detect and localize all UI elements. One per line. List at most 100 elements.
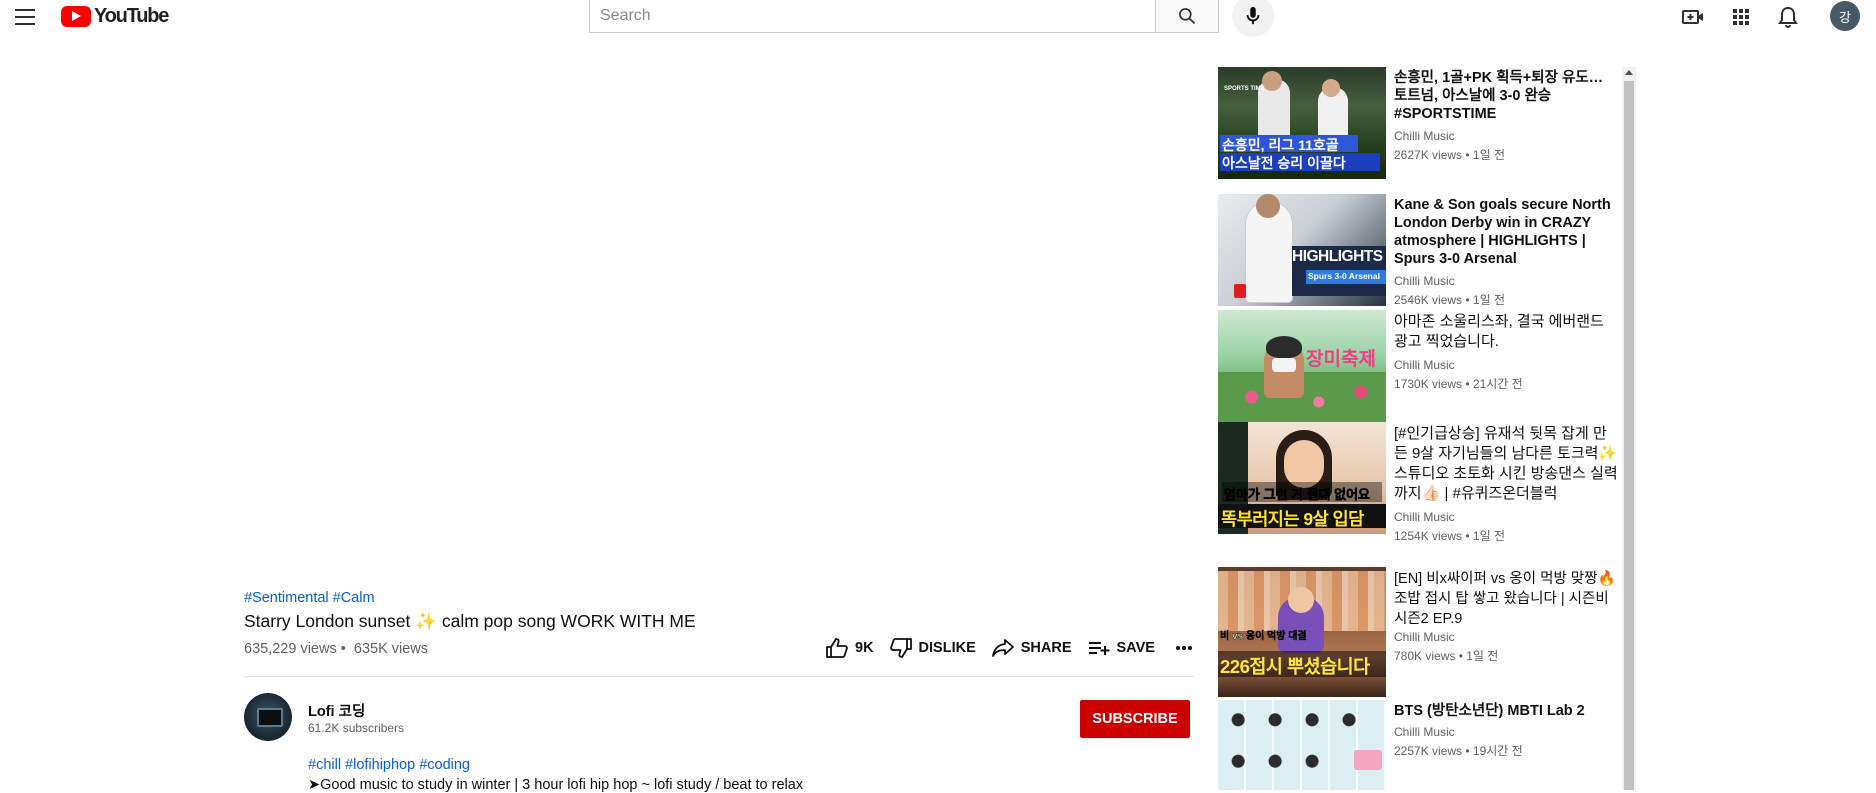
playlist-add-icon	[1088, 642, 1110, 655]
hashtag-link[interactable]: #lofihiphop	[345, 757, 415, 773]
recommended-video-info: Kane & Son goals secure North London Der…	[1394, 196, 1620, 308]
video-hashtags: #Sentimental #Calm	[244, 590, 379, 606]
microphone-icon	[1246, 6, 1260, 25]
recommended-video-channel[interactable]: Chilli Music	[1394, 630, 1620, 644]
description-hashtags: #chill #lofihiphop #coding	[308, 757, 474, 773]
recommended-video-channel[interactable]: Chilli Music	[1394, 510, 1620, 524]
recommended-video-age: 1일 전	[1466, 649, 1499, 663]
video-title: Starry London sunset ✨ calm pop song WOR…	[244, 611, 696, 631]
channel-avatar[interactable]	[244, 693, 292, 741]
hashtag-link[interactable]: #chill	[308, 757, 341, 773]
share-button[interactable]: SHARE	[991, 639, 1072, 657]
recommended-video[interactable]: BTS (방탄소년단) MBTI Lab 2 Chilli Music 2257…	[1218, 700, 1634, 790]
thumbnail-text: 비 vs 옹이 먹방 대결	[1220, 631, 1307, 642]
recommended-video-views: 1254K views	[1394, 529, 1463, 543]
more-horizontal-icon	[1175, 646, 1192, 650]
recommended-video-views: 2627K views	[1394, 148, 1463, 162]
recommended-video-info: BTS (방탄소년단) MBTI Lab 2 Chilli Music 2257…	[1394, 702, 1620, 759]
description-text: ➤Good music to study in winter | 3 hour …	[308, 777, 804, 793]
channel-name[interactable]: Lofi 코딩	[308, 700, 365, 721]
recommended-video-info: 아마존 소울리스좌, 결국 에버랜드 광고 찍었습니다. Chilli Musi…	[1394, 312, 1620, 392]
sidebar-scrollbar[interactable]	[1622, 67, 1636, 790]
thumbnail-text: 226접시 뿌셨습니다	[1220, 656, 1370, 677]
thumbnail-text: SPORTS TIME	[1224, 86, 1265, 92]
recommended-video-age: 21시간 전	[1472, 377, 1523, 391]
recommended-video-channel[interactable]: Chilli Music	[1394, 358, 1620, 372]
recommended-video-channel[interactable]: Chilli Music	[1394, 725, 1620, 739]
recommended-video-title[interactable]: Kane & Son goals secure North London Der…	[1394, 196, 1620, 268]
video-thumbnail[interactable]: HIGHLIGHTS Spurs 3-0 Arsenal	[1218, 194, 1386, 306]
recommended-video-views: 2257K views	[1394, 744, 1463, 758]
recommended-video-title[interactable]: 아마존 소울리스좌, 결국 에버랜드 광고 찍었습니다.	[1394, 312, 1620, 352]
scroll-up-arrow-icon[interactable]	[1625, 70, 1633, 75]
recommended-video-views: 2546K views	[1394, 293, 1463, 307]
recommended-video[interactable]: SPORTS TIME 손흥민, 리그 11호골 아스날전 승리 이끌다 손흥민…	[1218, 67, 1634, 179]
recommended-video-meta: 2627K views • 1일 전	[1394, 148, 1506, 162]
save-label: SAVE	[1116, 640, 1155, 656]
more-actions-button[interactable]	[1175, 645, 1193, 651]
thumbnail-text: Spurs 3-0 Arsenal	[1308, 271, 1380, 281]
recommended-video[interactable]: 장미축제 아마존 소울리스좌, 결국 에버랜드 광고 찍었습니다. Chilli…	[1218, 310, 1634, 422]
hashtag-link[interactable]: #Calm	[333, 590, 375, 606]
thumbnail-text: 장미축제	[1306, 349, 1376, 370]
video-thumbnail[interactable]: SPORTS TIME 손흥민, 리그 11호골 아스날전 승리 이끌다	[1218, 67, 1386, 179]
thumbnail-text: 아스날전 승리 이끌다	[1222, 155, 1346, 171]
recommended-video-title[interactable]: BTS (방탄소년단) MBTI Lab 2	[1394, 702, 1620, 720]
recommended-video-title[interactable]: 손흥민, 1골+PK 획득+퇴장 유도… 토트넘, 아스날에 3-0 완승 #S…	[1394, 69, 1620, 123]
voice-search-button[interactable]	[1232, 0, 1274, 37]
divider	[244, 676, 1194, 677]
recommended-video-meta: 780K views • 1일 전	[1394, 649, 1499, 663]
create-video-icon[interactable]	[1680, 4, 1706, 30]
like-button[interactable]: 9K	[826, 638, 874, 658]
hashtag-link[interactable]: #Sentimental	[244, 590, 329, 606]
recommended-video-meta: 1254K views • 1일 전	[1394, 529, 1506, 543]
video-thumbnail[interactable]: 엄마가 그런 거 절대 없어요 똑부러지는 9살 입담	[1218, 422, 1386, 534]
video-thumbnail[interactable]: 장미축제	[1218, 310, 1386, 422]
recommended-video-age: 19시간 전	[1472, 744, 1523, 758]
thumbnail-text: 손흥민, 리그 11호골	[1222, 137, 1339, 153]
thumbs-up-icon	[826, 638, 848, 658]
apps-grid-icon[interactable]	[1728, 4, 1754, 30]
subscribe-button[interactable]: SUBSCRIBE	[1080, 700, 1190, 738]
thumbnail-text: 엄마가 그런 거 절대 없어요	[1224, 487, 1371, 503]
view-count: 635,229 views • 635K views	[244, 641, 429, 657]
recommended-video-age: 1일 전	[1472, 148, 1506, 162]
views-short: 635K views	[353, 641, 429, 657]
recommended-video-title[interactable]: [#인기급상승] 유재석 뒷목 잡게 만든 9살 자기님들의 남다른 토크력✨ …	[1394, 424, 1620, 504]
scrollbar-thumb[interactable]	[1624, 81, 1634, 790]
recommended-video-meta: 2546K views • 1일 전	[1394, 293, 1506, 307]
search-bar	[589, 0, 1219, 33]
video-thumbnail[interactable]	[1218, 700, 1386, 790]
youtube-logo[interactable]: YouTube	[61, 3, 169, 29]
thumbs-down-icon	[889, 638, 912, 658]
thumbnail-text: 똑부러지는 9살 입담	[1221, 509, 1364, 529]
recommended-video[interactable]: HIGHLIGHTS Spurs 3-0 Arsenal Kane & Son …	[1218, 194, 1634, 308]
recommended-video-meta: 2257K views • 19시간 전	[1394, 744, 1523, 758]
share-label: SHARE	[1020, 640, 1072, 656]
like-count: 9K	[855, 640, 874, 656]
recommended-video-info: 손흥민, 1골+PK 획득+퇴장 유도… 토트넘, 아스날에 3-0 완승 #S…	[1394, 69, 1620, 163]
dislike-button[interactable]: DISLIKE	[889, 638, 976, 658]
search-button[interactable]	[1155, 0, 1219, 33]
notifications-bell-icon[interactable]	[1775, 4, 1801, 30]
recommended-video[interactable]: 비 vs 옹이 먹방 대결 226접시 뿌셨습니다 [EN] 비x싸이퍼 vs …	[1218, 567, 1634, 697]
account-avatar[interactable]: 강	[1830, 1, 1860, 31]
dislike-label: DISLIKE	[918, 640, 976, 656]
share-icon	[991, 639, 1014, 657]
video-thumbnail[interactable]: 비 vs 옹이 먹방 대결 226접시 뿌셨습니다	[1218, 567, 1386, 697]
hashtag-link[interactable]: #coding	[419, 757, 470, 773]
views-full: 635,229 views	[244, 641, 337, 657]
search-input[interactable]	[589, 0, 1155, 33]
save-button[interactable]: SAVE	[1088, 640, 1155, 656]
recommended-video-channel[interactable]: Chilli Music	[1394, 129, 1620, 143]
recommended-video[interactable]: 엄마가 그런 거 절대 없어요 똑부러지는 9살 입담 [#인기급상승] 유재석…	[1218, 422, 1634, 568]
recommended-video-info: [#인기급상승] 유재석 뒷목 잡게 만든 9살 자기님들의 남다른 토크력✨ …	[1394, 424, 1620, 544]
menu-icon[interactable]	[13, 5, 37, 29]
recommended-video-info: [EN] 비x싸이퍼 vs 옹이 먹방 맞짱🔥 조밥 접시 탑 쌓고 왔습니다 …	[1394, 569, 1620, 664]
logo-text: YouTube	[94, 4, 169, 27]
youtube-play-icon	[61, 5, 91, 27]
thumbnail-text: HIGHLIGHTS	[1292, 248, 1383, 265]
recommended-video-title[interactable]: [EN] 비x싸이퍼 vs 옹이 먹방 맞짱🔥 조밥 접시 탑 쌓고 왔습니다 …	[1394, 569, 1620, 629]
recommended-video-channel[interactable]: Chilli Music	[1394, 274, 1620, 288]
search-icon	[1179, 8, 1196, 25]
